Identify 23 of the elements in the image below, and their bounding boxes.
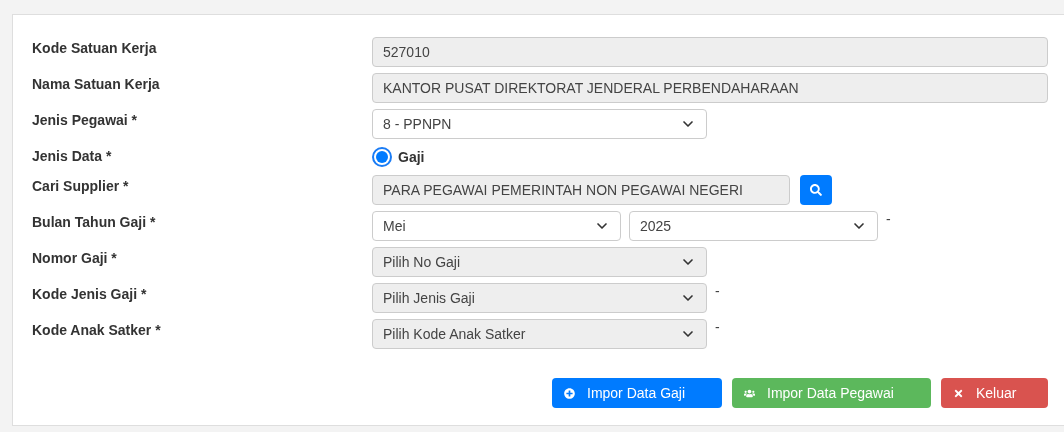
radio-button[interactable] xyxy=(372,147,392,167)
select-field[interactable]: Mei xyxy=(372,211,621,241)
dash-text: - xyxy=(715,283,720,299)
search-button[interactable] xyxy=(800,175,832,205)
dash-text: - xyxy=(715,319,720,335)
radio-label: Gaji xyxy=(398,149,425,165)
field-label: Jenis Pegawai * xyxy=(32,111,139,128)
select-field[interactable]: 8 - PPNPN xyxy=(372,109,707,139)
field-label: Kode Jenis Gaji * xyxy=(32,285,148,302)
field-label: Bulan Tahun Gaji * xyxy=(32,213,157,230)
users-icon xyxy=(744,387,755,399)
field-label: Nama Satuan Kerja xyxy=(32,75,161,92)
field-label: Nomor Gaji * xyxy=(32,249,118,266)
close-icon xyxy=(953,387,964,399)
field-label: Kode Satuan Kerja xyxy=(32,39,158,56)
field-label: Kode Anak Satker * xyxy=(32,321,162,338)
select-field[interactable]: 2025 xyxy=(629,211,878,241)
field-label: Jenis Data * xyxy=(32,147,113,164)
field-label: Cari Supplier * xyxy=(32,177,130,194)
search-icon xyxy=(810,184,822,196)
exit-button[interactable]: Keluar xyxy=(941,378,1048,408)
import-salary-button[interactable]: Impor Data Gaji xyxy=(552,378,722,408)
dash-text: - xyxy=(886,211,891,227)
